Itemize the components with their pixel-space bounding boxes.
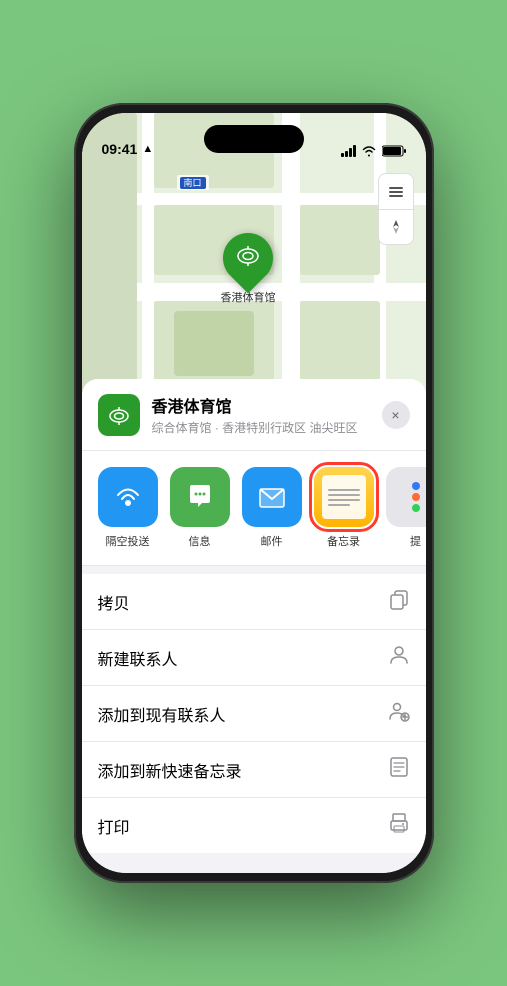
wifi-icon <box>361 145 377 157</box>
venue-name: 香港体育馆 <box>152 393 370 417</box>
share-item-mail[interactable]: 邮件 <box>242 467 302 549</box>
map-block-2 <box>300 205 380 275</box>
venue-header: 香港体育馆 综合体育馆 · 香港特别行政区 油尖旺区 × <box>82 379 426 451</box>
map-block-3 <box>300 301 380 386</box>
map-label-south: 南口 <box>177 175 209 190</box>
map-block-stadium <box>154 301 274 386</box>
note-icon <box>388 756 410 783</box>
share-item-notes[interactable]: 备忘录 <box>314 467 374 549</box>
share-row: 隔空投送 信息 <box>82 451 426 566</box>
action-list: 拷贝 新建联系人 <box>82 574 426 853</box>
location-icon: ▲ <box>142 143 153 155</box>
notes-icon-wrap <box>314 467 374 527</box>
person-add-svg <box>388 700 410 722</box>
print-svg <box>388 812 410 834</box>
battery-icon <box>382 145 406 157</box>
add-contact-label: 添加到现有联系人 <box>98 702 226 726</box>
print-icon <box>388 812 410 839</box>
mail-icon <box>256 481 288 513</box>
copy-svg <box>388 588 410 610</box>
share-item-airdrop[interactable]: 隔空投送 <box>98 467 158 549</box>
signal-bar-4 <box>353 145 356 157</box>
action-copy[interactable]: 拷贝 <box>82 574 426 630</box>
map-btn-group <box>378 173 414 245</box>
stadium-inner <box>174 311 254 376</box>
label-badge: 南口 <box>180 177 206 189</box>
layers-icon <box>387 183 405 201</box>
status-time: 09:41 ▲ <box>102 141 154 157</box>
person-add-icon <box>388 700 410 727</box>
phone-frame: 09:41 ▲ <box>74 103 434 883</box>
action-add-contact[interactable]: 添加到现有联系人 <box>82 686 426 742</box>
airdrop-label: 隔空投送 <box>106 533 150 549</box>
venue-stadium-icon <box>107 403 131 427</box>
person-icon <box>388 644 410 671</box>
person-svg <box>388 644 410 666</box>
pin-circle <box>213 223 284 294</box>
messages-icon-wrap <box>170 467 230 527</box>
note-svg <box>388 756 410 778</box>
venue-description: 综合体育馆 · 香港特别行政区 油尖旺区 <box>152 419 370 436</box>
add-note-label: 添加到新快速备忘录 <box>98 758 242 782</box>
phone-screen: 09:41 ▲ <box>82 113 426 873</box>
pin-stadium-icon <box>235 242 261 274</box>
bottom-sheet: 香港体育馆 综合体育馆 · 香港特别行政区 油尖旺区 × <box>82 379 426 873</box>
airdrop-icon <box>112 481 144 513</box>
print-label: 打印 <box>98 814 130 838</box>
close-button[interactable]: × <box>382 401 410 429</box>
more-icon-wrap <box>386 467 426 527</box>
messages-icon <box>184 481 216 513</box>
location-pin: 香港体育馆 <box>221 233 276 305</box>
signal-bar-3 <box>349 148 352 157</box>
dynamic-island <box>204 125 304 153</box>
mail-label: 邮件 <box>261 533 283 549</box>
action-print[interactable]: 打印 <box>82 798 426 853</box>
share-item-messages[interactable]: 信息 <box>170 467 230 549</box>
new-contact-label: 新建联系人 <box>98 646 178 670</box>
layers-button[interactable] <box>378 173 414 209</box>
action-add-note[interactable]: 添加到新快速备忘录 <box>82 742 426 798</box>
signal-icon <box>341 145 356 157</box>
venue-info: 香港体育馆 综合体育馆 · 香港特别行政区 油尖旺区 <box>152 393 370 436</box>
venue-icon <box>98 394 140 436</box>
location-button[interactable] <box>378 209 414 245</box>
more-label: 提 <box>410 533 421 549</box>
share-item-more[interactable]: 提 <box>386 467 426 549</box>
messages-label: 信息 <box>189 533 211 549</box>
notes-label: 备忘录 <box>327 533 360 549</box>
close-label: × <box>391 407 399 423</box>
signal-bar-1 <box>341 153 344 157</box>
copy-icon <box>388 588 410 615</box>
compass-icon <box>387 218 405 236</box>
action-new-contact[interactable]: 新建联系人 <box>82 630 426 686</box>
time-display: 09:41 <box>102 141 138 157</box>
status-icons <box>341 145 406 157</box>
stadium-svg <box>235 242 261 268</box>
signal-bar-2 <box>345 151 348 157</box>
mail-icon-wrap <box>242 467 302 527</box>
airdrop-icon-wrap <box>98 467 158 527</box>
copy-label: 拷贝 <box>98 590 130 614</box>
